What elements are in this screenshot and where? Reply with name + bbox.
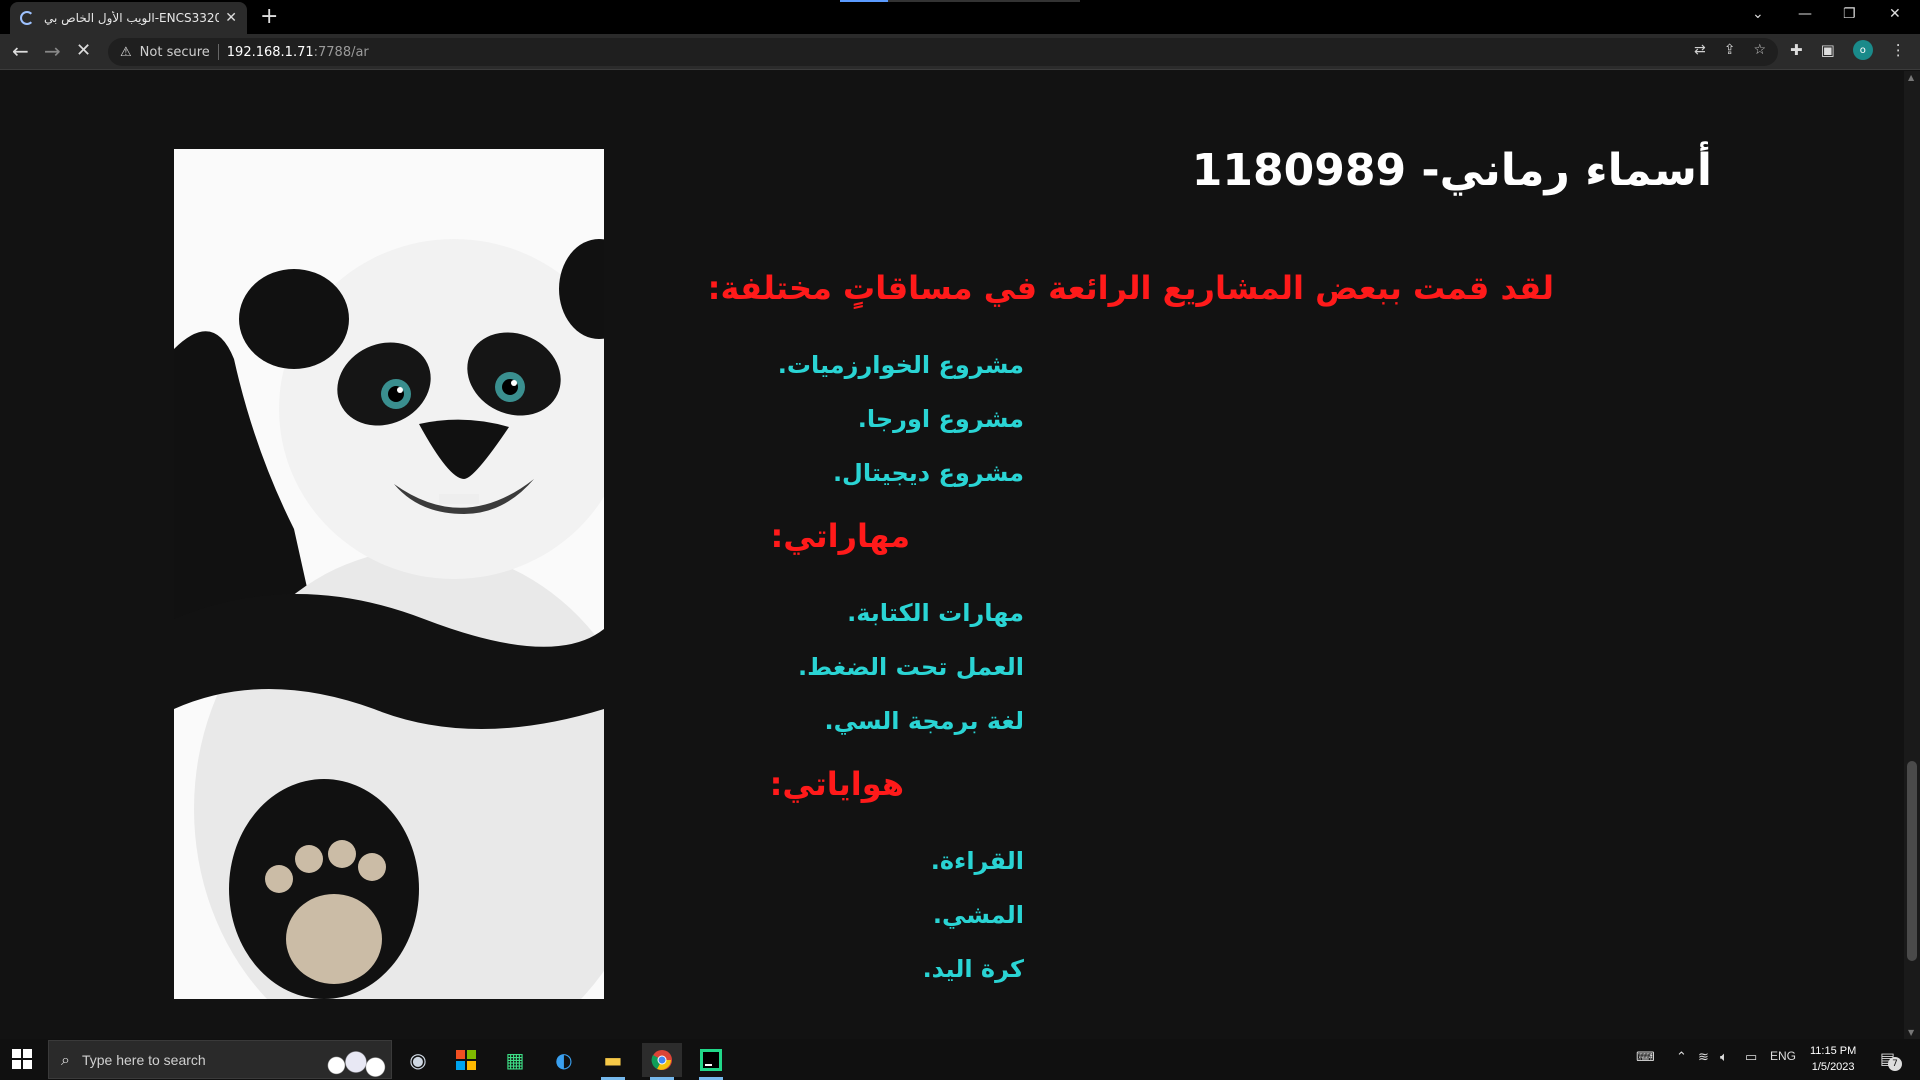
menu-kebab-icon[interactable]: ⋮ [1891,41,1906,59]
address-separator [217,44,219,60]
browser-tab-active[interactable]: الويب الأول الخاص بي-ENCS3320 ✕ [10,2,247,34]
section-projects: لقد قمت ببعض المشاريع الرائعة في مساقاتٍ… [708,269,1554,307]
scroll-up-icon[interactable]: ▲ [1908,73,1914,82]
language-indicator[interactable]: ENG [1770,1049,1796,1063]
browser-toolbar: ← → ✕ ⚠ Not secure 192.168.1.71:7788/ar … [0,34,1920,70]
warning-triangle-icon[interactable]: ⚠ [120,45,132,60]
list-item: القراءة. [930,847,1024,875]
list-item: كرة اليد. [922,955,1024,983]
windows-taskbar: ⌕ Type here to search ◉ ▦ ◐ ▬ ⌨ ⌃ ≋ 🔈︎ ▭… [0,1039,1920,1080]
pycharm-logo [700,1049,722,1071]
volume-icon[interactable]: 🔈︎ [1720,1049,1728,1065]
tray-chevron-icon[interactable]: ⌃ [1676,1049,1687,1065]
section-skills: مهاراتي: [770,517,910,555]
notification-count-badge: 7 [1888,1057,1902,1071]
store-icon[interactable] [446,1043,486,1077]
clock-time: 11:15 PM [1810,1045,1857,1057]
tab-title: الويب الأول الخاص بي-ENCS3320 [44,11,220,25]
web-page: أسماء رماني- 1180989 لقد قمت ببعض المشار… [0,71,1904,1039]
translate-icon[interactable]: ⇄ [1694,42,1706,58]
search-placeholder: Type here to search [81,1051,206,1068]
tab-search-chevron-icon[interactable]: ⌄ [1752,6,1764,22]
list-item: مشروع ديجيتال. [832,459,1024,487]
wifi-icon[interactable]: ≋ [1698,1049,1709,1065]
taskbar-search-box[interactable]: ⌕ Type here to search [48,1040,392,1079]
stop-loading-icon[interactable]: ✕ [76,40,91,62]
url-host: 192.168.1.71 [226,44,314,60]
new-tab-button[interactable]: + [260,4,278,30]
bookmark-star-icon[interactable]: ☆ [1753,42,1766,58]
scrollbar-thumb[interactable] [1907,761,1917,961]
forward-arrow-icon[interactable]: → [44,40,61,62]
search-highlight-image [313,1045,391,1079]
restore-icon[interactable]: ❐ [1843,6,1856,22]
loading-spinner-icon [20,11,34,25]
address-bar[interactable]: ⚠ Not secure 192.168.1.71:7788/ar ⇄ ⇪ ☆ [108,38,1778,66]
page-title: أسماء رماني- 1180989 [1191,145,1712,196]
clion-icon[interactable]: ▦ [495,1043,535,1077]
list-item: لغة برمجة السي. [824,707,1024,735]
edge-icon[interactable]: ◐ [544,1043,584,1077]
extension-area: ✚ ▣ o ⋮ [1790,40,1906,60]
windows-start-icon[interactable] [12,1049,32,1069]
taskbar-clock[interactable]: 11:15 PM 1/5/2023 [1810,1043,1856,1075]
pycharm-icon[interactable] [691,1043,731,1080]
browser-tab-strip: الويب الأول الخاص بي-ENCS3320 ✕ + ⌄ — ❐ … [0,0,1920,34]
search-icon: ⌕ [61,1049,70,1069]
file-explorer-icon[interactable]: ▬ [593,1043,633,1080]
list-item: مشروع الخوارزميات. [777,351,1024,379]
list-item: العمل تحت الضغط. [798,653,1024,681]
notification-center-icon[interactable]: ▤ 7 [1880,1049,1902,1071]
hobbies-list: القراءة. المشي. كرة اليد. [923,834,1024,996]
panda-illustration [174,149,604,999]
section-heading: لقد قمت ببعض المشاريع الرائعة في مساقاتٍ… [707,269,1554,307]
chrome-icon[interactable] [642,1043,682,1080]
share-icon[interactable]: ⇪ [1724,42,1736,58]
tab-strip-divider [888,0,1080,2]
projects-list: مشروع الخوارزميات. مشروع اورجا. مشروع دي… [778,338,1024,500]
minimize-icon[interactable]: — [1798,6,1812,22]
section-heading: هواياتي: [769,765,904,803]
extensions-puzzle-icon[interactable]: ✚ [1790,41,1803,59]
back-arrow-icon[interactable]: ← [12,40,29,62]
window-close-icon[interactable]: ✕ [1889,6,1901,22]
touch-keyboard-icon[interactable]: ⌨ [1636,1049,1655,1065]
list-item: مهارات الكتابة. [847,599,1024,627]
section-heading: مهاراتي: [770,517,910,555]
side-panel-icon[interactable]: ▣ [1821,41,1835,59]
skills-list: مهارات الكتابة. العمل تحت الضغط. لغة برم… [798,586,1024,748]
tab-close-icon[interactable]: ✕ [225,10,237,26]
battery-icon[interactable]: ▭ [1745,1049,1757,1065]
panda-image [174,149,604,999]
url-path: :7788/ar [313,44,369,60]
section-hobbies: هواياتي: [770,765,904,803]
loading-indicator [840,0,888,2]
scroll-down-icon[interactable]: ▼ [1908,1028,1914,1037]
address-bar-actions: ⇄ ⇪ ☆ [1694,42,1766,58]
list-item: مشروع اورجا. [857,405,1024,433]
clock-date: 1/5/2023 [1811,1061,1855,1073]
security-label[interactable]: Not secure [140,45,210,60]
profile-avatar[interactable]: o [1852,40,1873,60]
chrome-logo [651,1050,672,1070]
page-scrollbar[interactable]: ▲ ▼ [1904,71,1920,1039]
list-item: المشي. [932,901,1024,929]
store-logo [456,1050,476,1070]
steam-icon[interactable]: ◉ [398,1043,438,1077]
